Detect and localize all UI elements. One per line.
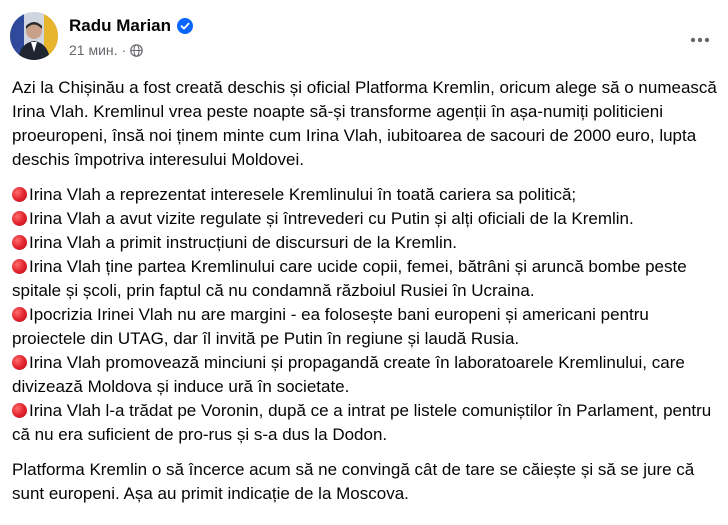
facebook-post: Radu Marian 21 мин. · Azi la Chișinău a …: [0, 0, 728, 525]
red-circle-icon: [12, 355, 27, 370]
verified-badge-icon: [177, 18, 194, 34]
post-timestamp[interactable]: 21 мин.: [69, 42, 118, 58]
bullet-item: Irina Vlah ține partea Kremlinului care …: [12, 255, 720, 303]
more-options-icon: [690, 37, 710, 43]
bullet-text: Ipocrizia Irinei Vlah nu are margini - e…: [12, 305, 649, 348]
bullet-item: Irina Vlah l-a trădat pe Voronin, după c…: [12, 399, 720, 447]
author-name[interactable]: Radu Marian: [69, 16, 171, 36]
bullet-list: Irina Vlah a reprezentat interesele Krem…: [12, 183, 720, 447]
bullet-text: Irina Vlah a primit instrucțiuni de disc…: [29, 233, 458, 252]
bullet-item: Irina Vlah a reprezentat interesele Krem…: [12, 183, 720, 207]
post-outro-text: Platforma Kremlin o să încerce acum să n…: [12, 460, 695, 503]
post-header: Radu Marian 21 мин. ·: [10, 10, 728, 64]
bullet-item: Irina Vlah promovează minciuni și propag…: [12, 351, 720, 399]
post-intro-text: Azi la Chișinău a fost creată deschis și…: [12, 78, 717, 169]
bullet-item: Irina Vlah a avut vizite regulate și înt…: [12, 207, 720, 231]
post-body: Azi la Chișinău a fost creată deschis și…: [12, 76, 720, 517]
bullet-item: Irina Vlah a primit instrucțiuni de disc…: [12, 231, 720, 255]
globe-icon: [130, 43, 144, 57]
red-circle-icon: [12, 307, 27, 322]
bullet-text: Irina Vlah ține partea Kremlinului care …: [12, 257, 687, 300]
bullet-text: Irina Vlah promovează minciuni și propag…: [12, 353, 685, 396]
meta-separator: ·: [121, 42, 127, 58]
bullet-text: Irina Vlah a reprezentat interesele Krem…: [29, 185, 577, 204]
red-circle-icon: [12, 187, 27, 202]
bullet-item: Ipocrizia Irinei Vlah nu are margini - e…: [12, 303, 720, 351]
bullet-text: Irina Vlah a avut vizite regulate și înt…: [29, 209, 634, 228]
more-options-button[interactable]: [686, 26, 714, 54]
red-circle-icon: [12, 211, 27, 226]
red-circle-icon: [12, 259, 27, 274]
author-avatar[interactable]: [10, 12, 58, 60]
bullet-text: Irina Vlah l-a trădat pe Voronin, după c…: [12, 401, 712, 444]
red-circle-icon: [12, 403, 27, 418]
red-circle-icon: [12, 235, 27, 250]
